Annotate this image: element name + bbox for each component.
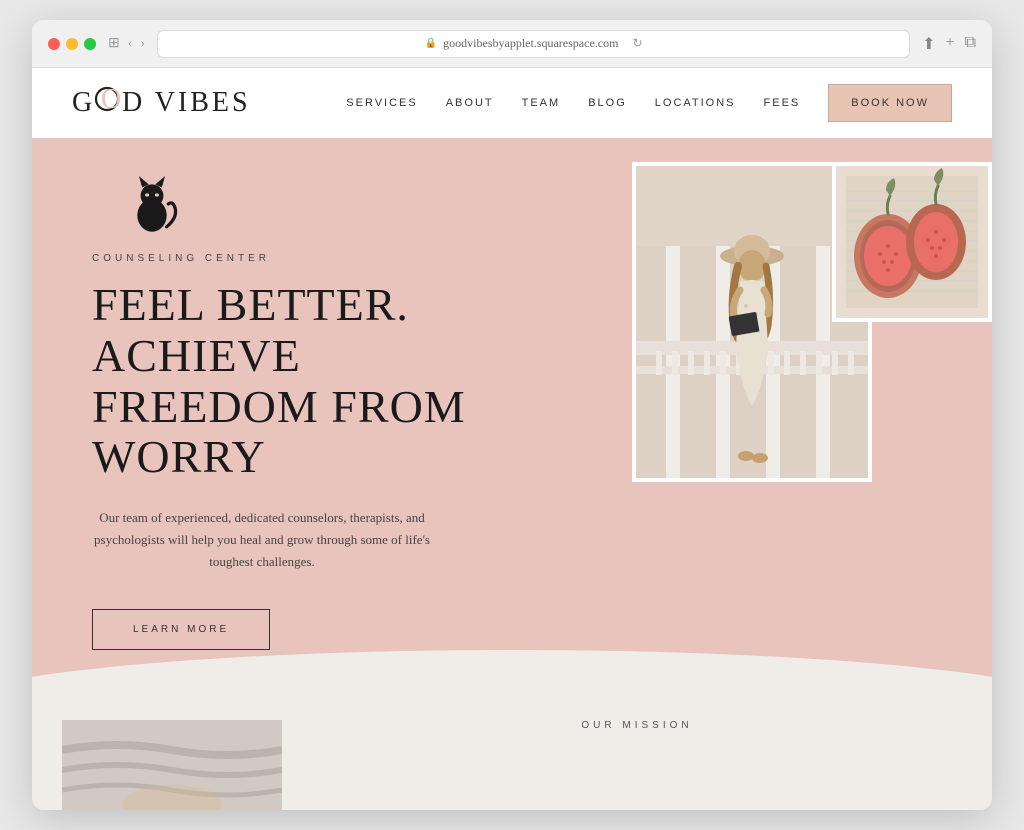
share-icon[interactable]: ⬆ — [922, 34, 935, 54]
window-icon: ⊞ — [108, 35, 120, 52]
nav-blog[interactable]: BLOG — [588, 97, 627, 109]
nav-fees[interactable]: FEES — [764, 97, 801, 109]
navigation: G O D VIBES SERVICES ABOUT TEAM BLOG LOC… — [32, 68, 992, 138]
new-tab-icon[interactable]: + — [946, 34, 955, 54]
bottom-section: OUR MISSION — [32, 710, 992, 810]
browser-nav-controls: ⊞ ‹ › — [108, 35, 145, 52]
learn-more-button[interactable]: LEARN MORE — [92, 609, 270, 650]
back-button[interactable]: ‹ — [128, 36, 133, 52]
website-content: G O D VIBES SERVICES ABOUT TEAM BLOG LOC… — [32, 68, 992, 810]
tabs-icon[interactable]: ⧉ — [965, 34, 976, 54]
book-now-button[interactable]: BOOK NOW — [828, 84, 952, 122]
svg-text:D VIBES: D VIBES — [122, 87, 251, 118]
minimize-button[interactable] — [66, 38, 78, 50]
nav-about[interactable]: ABOUT — [446, 97, 494, 109]
reload-icon[interactable]: ↻ — [632, 36, 642, 51]
hero-section: COUNSELING CENTER FEEL BETTER. ACHIEVE F… — [32, 138, 992, 710]
bottom-image-illustration — [62, 720, 282, 810]
bottom-preview-image — [62, 720, 282, 810]
nav-team[interactable]: TEAM — [522, 97, 561, 109]
browser-chrome: ⊞ ‹ › 🔒 goodvibesbyapplet.squarespace.co… — [32, 20, 992, 68]
browser-actions: ⬆ + ⧉ — [922, 34, 976, 54]
figs-illustration — [836, 166, 988, 318]
nav-locations[interactable]: LOCATIONS — [655, 97, 736, 109]
cat-icon — [122, 168, 182, 233]
svg-text:G: G — [72, 87, 95, 118]
forward-button[interactable]: › — [140, 36, 145, 52]
our-mission-text: OUR MISSION — [581, 720, 692, 731]
lock-icon: 🔒 — [425, 38, 437, 49]
svg-text:O: O — [101, 84, 124, 115]
fullscreen-button[interactable] — [84, 38, 96, 50]
hero-title-line1: FEEL BETTER. ACHIEVE — [92, 279, 409, 381]
hero-secondary-image — [832, 162, 992, 322]
address-bar[interactable]: 🔒 goodvibesbyapplet.squarespace.com ↻ — [157, 30, 910, 58]
hero-title: FEEL BETTER. ACHIEVE FREEDOM FROM WORRY — [92, 280, 582, 482]
hero-title-line2: FREEDOM FROM WORRY — [92, 381, 466, 483]
logo-svg: G O D VIBES — [72, 81, 272, 119]
hero-description: Our team of experienced, dedicated couns… — [92, 507, 432, 573]
traffic-lights — [48, 38, 96, 50]
browser-window: ⊞ ‹ › 🔒 goodvibesbyapplet.squarespace.co… — [32, 20, 992, 810]
hero-right-images — [632, 138, 992, 710]
nav-links: SERVICES ABOUT TEAM BLOG LOCATIONS FEES … — [346, 84, 952, 122]
close-button[interactable] — [48, 38, 60, 50]
our-mission-label: OUR MISSION — [282, 720, 992, 731]
hero-left-content: COUNSELING CENTER FEEL BETTER. ACHIEVE F… — [32, 138, 632, 710]
nav-services[interactable]: SERVICES — [346, 97, 417, 109]
counseling-label: COUNSELING CENTER — [92, 253, 582, 264]
url-text: goodvibesbyapplet.squarespace.com — [443, 36, 618, 51]
site-logo[interactable]: G O D VIBES — [72, 81, 272, 126]
